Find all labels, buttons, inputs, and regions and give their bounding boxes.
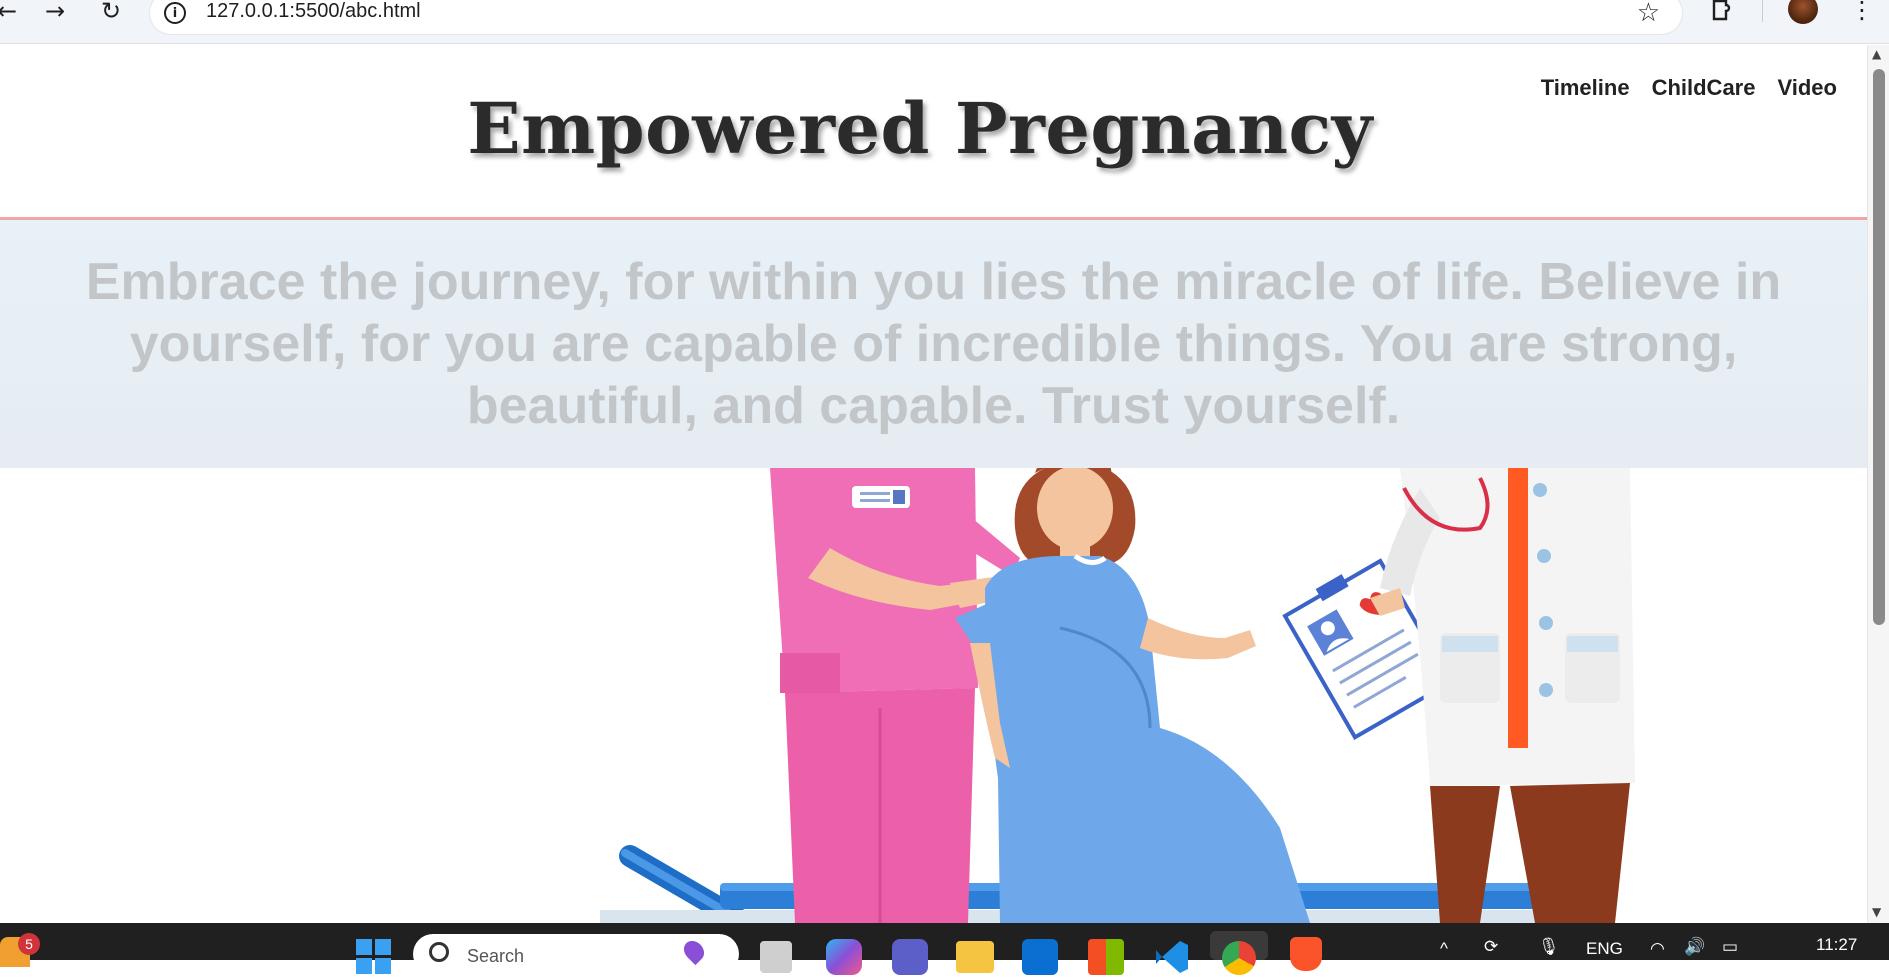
microphone-icon[interactable]: 🎙 xyxy=(1538,937,1560,957)
search-placeholder: Search xyxy=(467,946,525,966)
bookmark-star-icon[interactable]: ☆ xyxy=(1637,0,1660,28)
task-view-icon[interactable] xyxy=(760,941,792,973)
file-explorer-icon[interactable] xyxy=(956,941,994,973)
vscode-icon[interactable] xyxy=(1154,939,1190,975)
browser-toolbar: ← → ↻ i 127.0.0.1:5500/abc.html ☆ ⋮ xyxy=(0,0,1889,44)
store-icon[interactable] xyxy=(1088,939,1124,975)
search-icon xyxy=(429,942,449,962)
clock-time[interactable]: 11:27 xyxy=(1816,935,1857,955)
pregnancy-illustration xyxy=(600,468,1635,923)
taskbar-search[interactable]: Search xyxy=(413,934,739,974)
os-taskbar: 5 Search ^ ⟳ 🎙 ENG ◠ 🔊 ▭ 11:27 xyxy=(0,923,1889,975)
language-indicator[interactable]: ENG xyxy=(1586,939,1623,959)
profile-avatar[interactable] xyxy=(1788,0,1818,24)
chrome-icon xyxy=(1222,941,1256,975)
sync-icon[interactable]: ⟳ xyxy=(1484,937,1498,957)
forward-arrow-icon[interactable]: → xyxy=(40,0,70,23)
volume-icon[interactable]: 🔊 xyxy=(1684,937,1705,957)
patient-figure xyxy=(955,468,1310,923)
scroll-down-icon[interactable]: ▼ xyxy=(1872,905,1881,919)
chrome-taskbar-button[interactable] xyxy=(1210,931,1268,975)
scroll-thumb[interactable] xyxy=(1873,69,1885,625)
windows-start-icon[interactable] xyxy=(356,939,392,975)
quote-banner: Embrace the journey, for within you lies… xyxy=(0,220,1867,468)
teams-icon[interactable] xyxy=(892,939,928,975)
battery-icon[interactable]: ▭ xyxy=(1722,937,1738,957)
reload-icon[interactable]: ↻ xyxy=(96,0,126,23)
copilot-icon[interactable] xyxy=(826,939,862,975)
tray-chevron-icon[interactable]: ^ xyxy=(1440,939,1448,959)
scroll-up-icon[interactable]: ▲ xyxy=(1872,47,1881,61)
page-scrollbar[interactable]: ▲ ▼ xyxy=(1867,45,1889,923)
back-arrow-icon[interactable]: ← xyxy=(0,0,22,23)
search-highlight-icon xyxy=(679,936,709,966)
site-info-icon[interactable]: i xyxy=(164,2,186,24)
web-page: Timeline ChildCare Video Empowered Pregn… xyxy=(0,45,1867,923)
inspirational-quote: Embrace the journey, for within you lies… xyxy=(85,253,1782,435)
browser-menu-icon[interactable]: ⋮ xyxy=(1850,0,1874,24)
toolbar-separator xyxy=(1762,0,1763,22)
network-icon[interactable]: ◠ xyxy=(1650,939,1665,959)
address-url[interactable]: 127.0.0.1:5500/abc.html xyxy=(206,0,421,23)
address-bar[interactable]: i 127.0.0.1:5500/abc.html ☆ xyxy=(150,0,1682,34)
site-title: Empowered Pregnancy xyxy=(467,87,1373,170)
notification-badge: 5 xyxy=(18,933,40,955)
outlook-icon[interactable] xyxy=(1022,939,1058,975)
brave-icon[interactable] xyxy=(1290,937,1322,971)
extensions-icon[interactable] xyxy=(1708,0,1738,23)
